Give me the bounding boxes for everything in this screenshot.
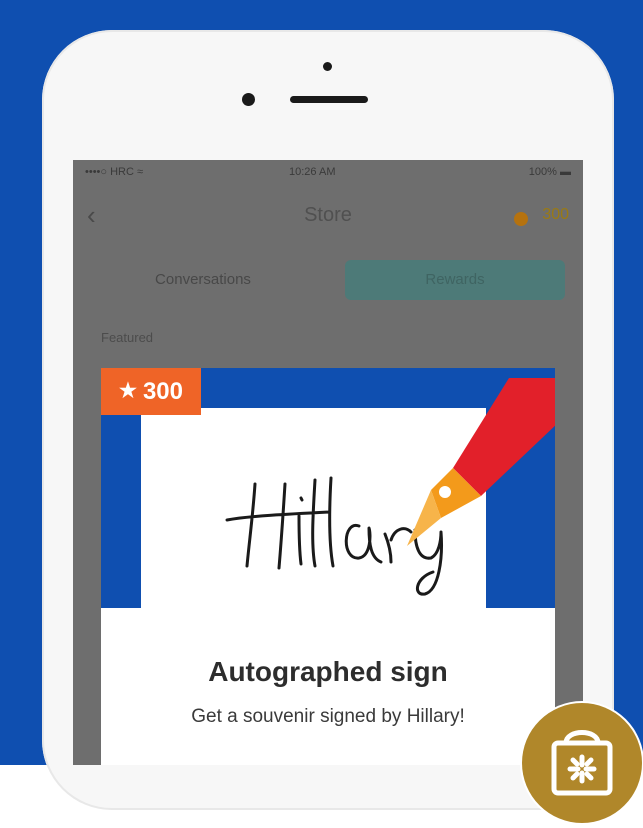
nav-bar: ‹ Store 300 (73, 190, 583, 242)
coin-balance: 300 (542, 206, 569, 223)
status-time: 10:26 AM (289, 166, 336, 178)
tab-bar: Conversations Rewards (83, 260, 573, 300)
section-label: Featured (101, 330, 154, 345)
tab-rewards[interactable]: Rewards (345, 260, 565, 300)
battery-indicator: 100% ▬ (528, 166, 571, 178)
fountain-pen-icon (407, 378, 555, 546)
coin-icon (514, 212, 528, 226)
status-bar: ••••○ HRC ≈ 10:26 AM 100% ▬ (73, 160, 583, 184)
phone-camera (242, 93, 255, 106)
page-title: Store (304, 204, 352, 226)
carrier-text: ••••○ HRC ≈ (85, 166, 144, 178)
phone-speaker (290, 96, 368, 103)
card-subtitle: Get a souvenir signed by Hillary! (191, 706, 465, 727)
shopping-bag-icon[interactable] (522, 703, 642, 823)
price-badge: ★ 300 (101, 368, 201, 415)
reward-card[interactable]: ★ 300 Autographed sign Get a souvenir si… (101, 368, 555, 765)
app-screen: ••••○ HRC ≈ 10:26 AM 100% ▬ ‹ Store 300 … (73, 160, 583, 765)
card-title: Autographed sign (208, 656, 448, 687)
phone-sensor (323, 62, 332, 71)
badge-value: 300 (142, 378, 183, 405)
shopping-bag-glyph (551, 730, 613, 796)
tab-conversations[interactable]: Conversations (93, 260, 313, 300)
star-icon: ★ (119, 380, 137, 402)
